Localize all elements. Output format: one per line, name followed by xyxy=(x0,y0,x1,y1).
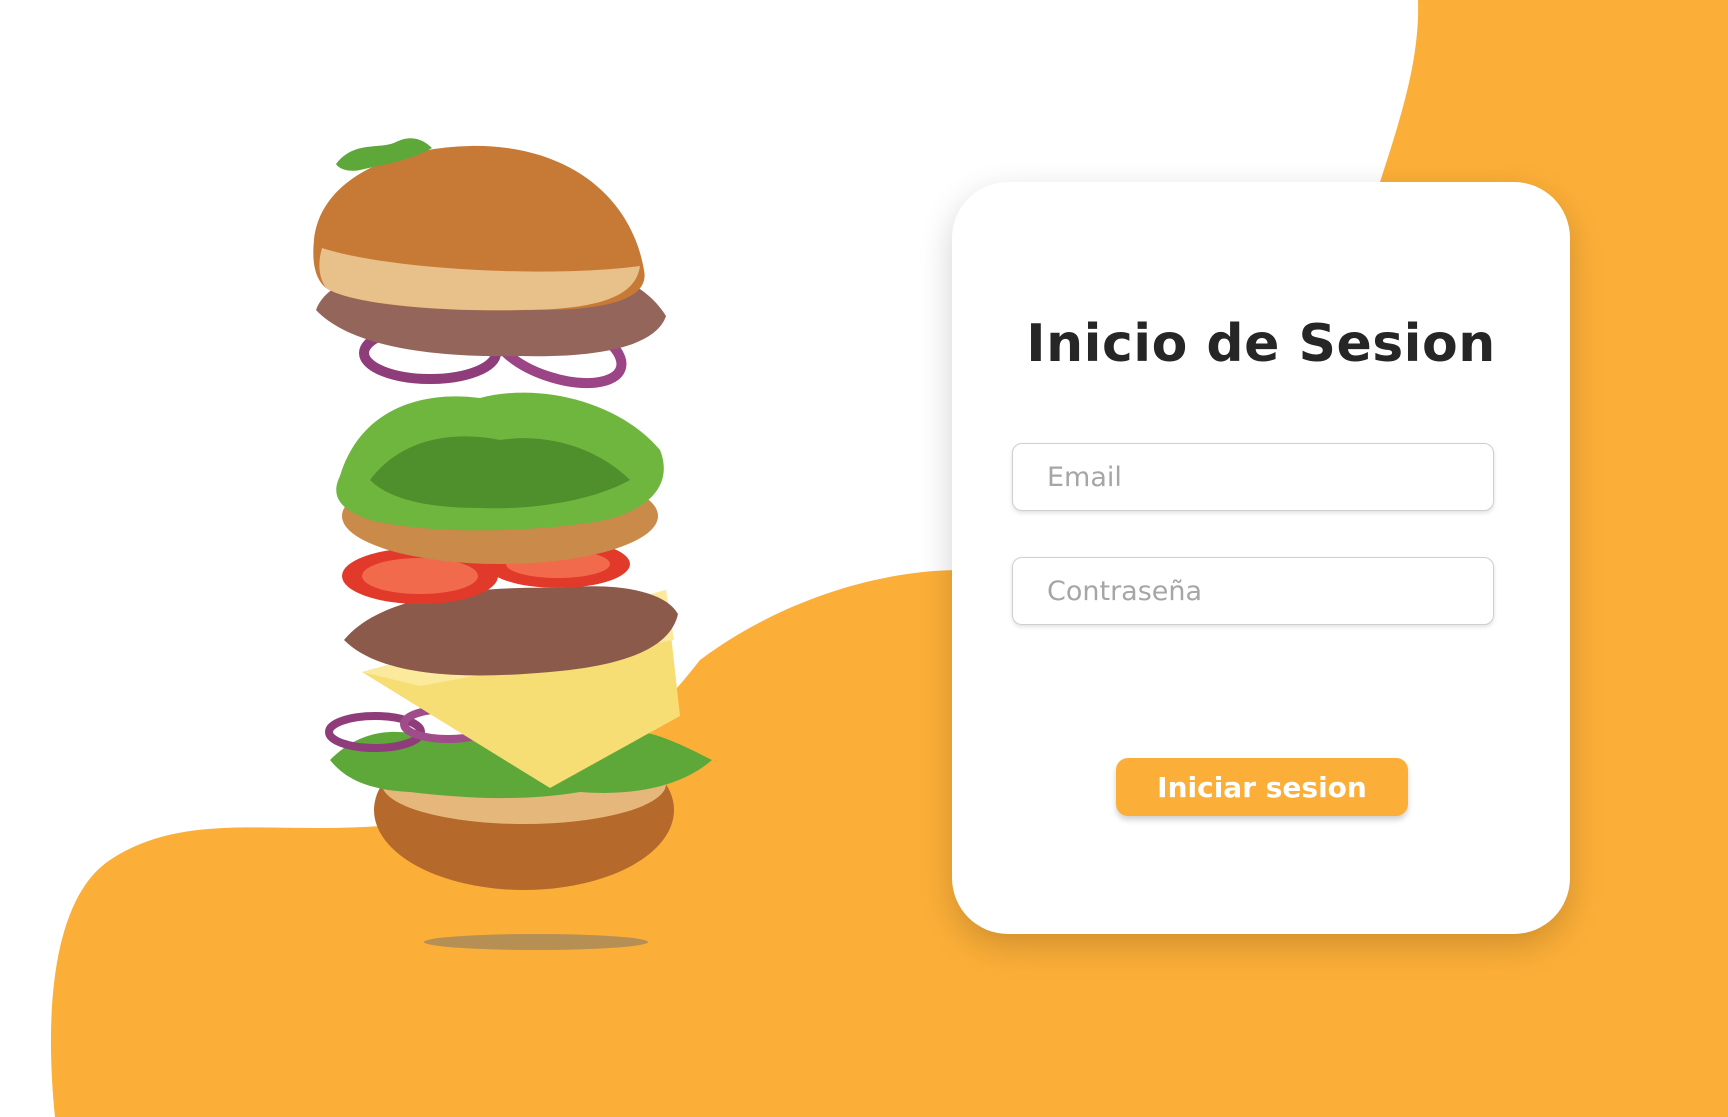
login-card: Inicio de Sesion Iniciar sesion xyxy=(952,182,1570,934)
login-title: Inicio de Sesion xyxy=(1026,314,1496,374)
login-page: Inicio de Sesion Iniciar sesion xyxy=(0,0,1728,1117)
tomato-slice-1-inner xyxy=(362,558,478,594)
login-button[interactable]: Iniciar sesion xyxy=(1116,758,1408,816)
burger-shadow xyxy=(424,934,648,950)
email-field[interactable] xyxy=(1012,443,1494,511)
password-field[interactable] xyxy=(1012,557,1494,625)
burger-illustration xyxy=(313,138,712,950)
